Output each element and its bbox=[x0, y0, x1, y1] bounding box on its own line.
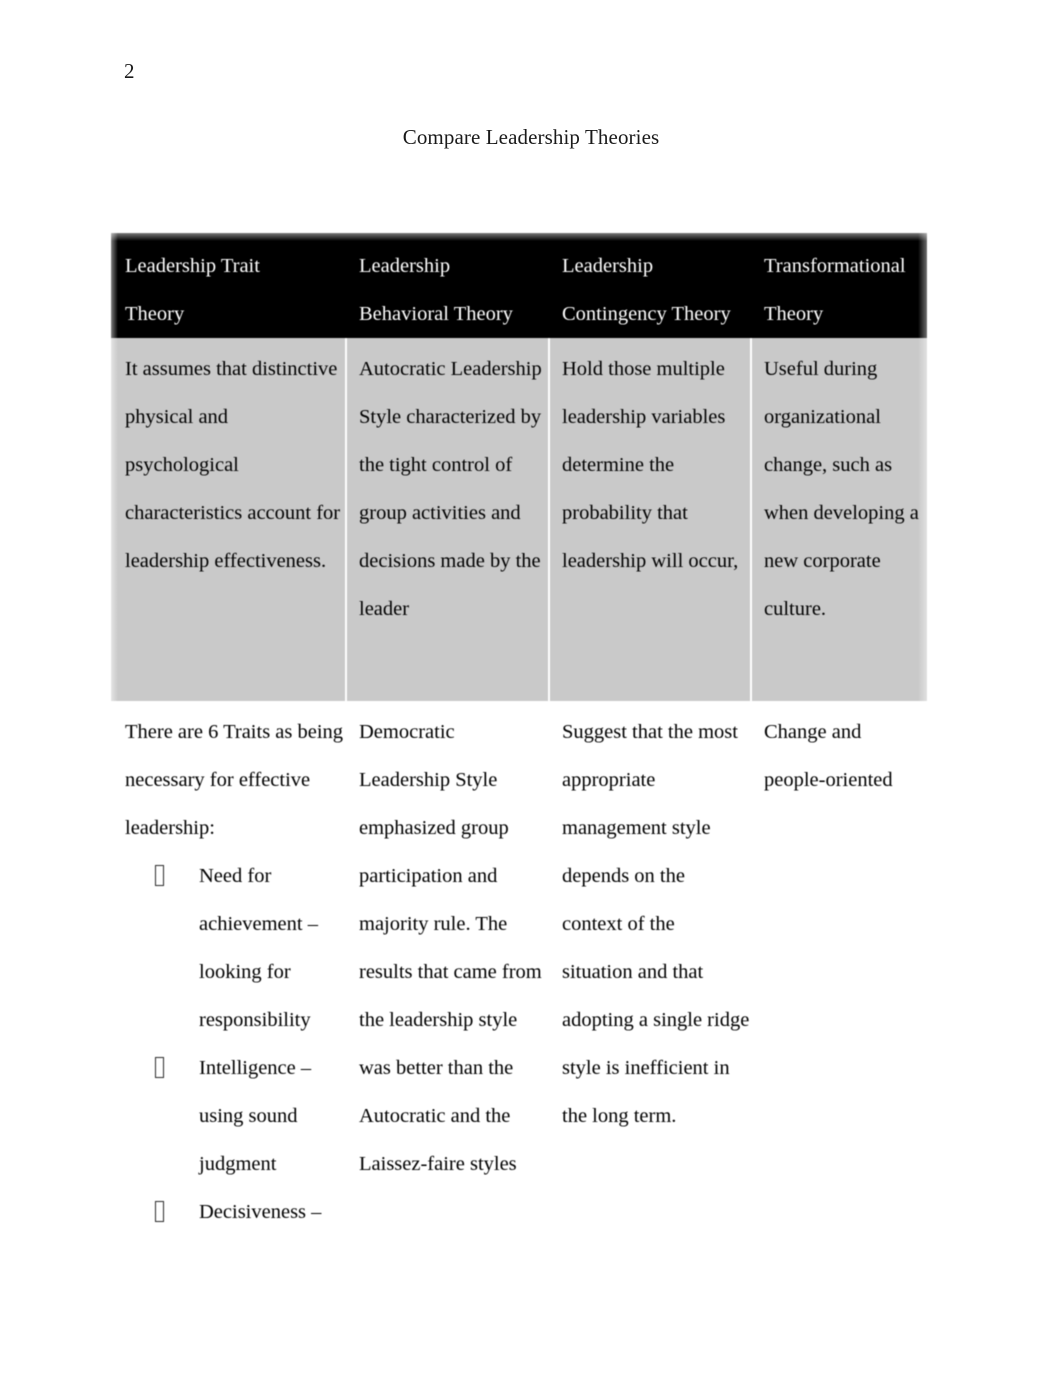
header-line-1: Leadership Trait bbox=[125, 255, 260, 277]
missing-glyph-bullet-icon bbox=[155, 1201, 164, 1222]
header-line-1: Leadership bbox=[359, 255, 451, 277]
header-line-2: Contingency Theory bbox=[562, 303, 731, 325]
column-header-leadership-behavioral-theory: Leadership Behavioral Theory bbox=[345, 233, 548, 338]
page-number: 2 bbox=[124, 59, 135, 83]
table-header-row: Leadership Trait Theory Leadership Behav… bbox=[111, 233, 927, 338]
column-header-transformational-theory: Transformational Theory bbox=[750, 233, 927, 338]
cell-text: It assumes that distinctive physical and… bbox=[125, 358, 341, 572]
page-bottom-margin bbox=[0, 1240, 1062, 1376]
comparison-table-container: Leadership Trait Theory Leadership Behav… bbox=[111, 233, 927, 1284]
table-row: It assumes that distinctive physical and… bbox=[111, 338, 927, 701]
header-line-1: Transformational bbox=[764, 255, 906, 277]
table-cell: Autocratic Leadership Style characterize… bbox=[345, 338, 548, 701]
header-line-1: Leadership bbox=[562, 255, 654, 277]
table-cell: Suggest that the most appropriate manage… bbox=[548, 701, 750, 1284]
trait-bullet-list: Need for achievement – looking for respo… bbox=[125, 852, 345, 1284]
table-cell: Useful during organizational change, suc… bbox=[750, 338, 927, 701]
missing-glyph-bullet-icon bbox=[155, 865, 164, 886]
cell-text: Change and people-oriented bbox=[764, 721, 893, 791]
cell-text: Suggest that the most appropriate manage… bbox=[562, 721, 750, 1127]
cell-text: Hold those multiple leadership variables… bbox=[562, 358, 739, 572]
header-line-2: Theory bbox=[764, 303, 824, 325]
list-item: Need for achievement – looking for respo… bbox=[125, 852, 345, 1044]
table-cell: Change and people-oriented bbox=[750, 701, 927, 1284]
table-cell: Democratic Leadership Style emphasized g… bbox=[345, 701, 548, 1284]
header-line-2: Behavioral Theory bbox=[359, 303, 513, 325]
list-item-label: Need for achievement – looking for respo… bbox=[199, 865, 318, 1031]
table-cell: Hold those multiple leadership variables… bbox=[548, 338, 750, 701]
cell-text: Democratic Leadership Style emphasized g… bbox=[359, 721, 542, 1175]
header-line-2: Theory bbox=[125, 303, 185, 325]
missing-glyph-bullet-icon bbox=[155, 1057, 164, 1078]
cell-text: There are 6 Traits as being necessary fo… bbox=[125, 721, 344, 839]
list-item-label: Intelligence – using sound judgment bbox=[199, 1057, 312, 1175]
document-page: 2 Compare Leadership Theories Leadership… bbox=[0, 0, 1062, 1376]
page-title: Compare Leadership Theories bbox=[402, 125, 660, 149]
comparison-table: Leadership Trait Theory Leadership Behav… bbox=[111, 233, 927, 1284]
list-item: Intelligence – using sound judgment bbox=[125, 1044, 345, 1188]
table-cell: There are 6 Traits as being necessary fo… bbox=[111, 701, 345, 1284]
cell-text: Autocratic Leadership Style characterize… bbox=[359, 358, 542, 620]
column-header-leadership-trait-theory: Leadership Trait Theory bbox=[111, 233, 345, 338]
table-row: There are 6 Traits as being necessary fo… bbox=[111, 701, 927, 1284]
cell-text: Useful during organizational change, suc… bbox=[764, 358, 919, 620]
column-header-leadership-contingency-theory: Leadership Contingency Theory bbox=[548, 233, 750, 338]
table-cell: It assumes that distinctive physical and… bbox=[111, 338, 345, 701]
